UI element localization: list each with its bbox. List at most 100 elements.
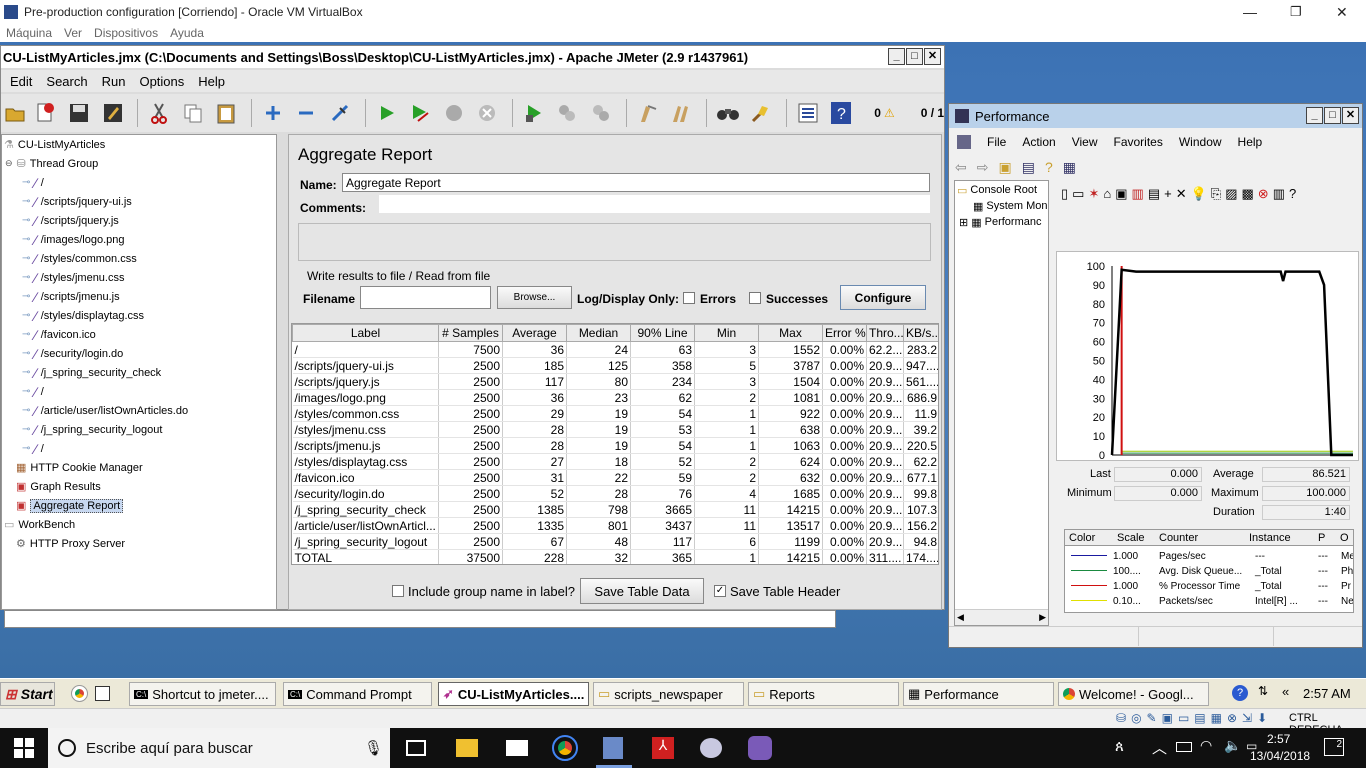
table-row[interactable]: /article/user/listOwnArticl... 2500 1335 80… — [292, 517, 938, 534]
start-icon[interactable] — [372, 98, 402, 128]
column-header[interactable]: Error % — [822, 324, 867, 342]
legend-column-header[interactable]: O — [1340, 532, 1349, 544]
search-box[interactable]: Escribe aquí para buscar 🎙 — [48, 728, 390, 768]
perf-minimize-button[interactable]: _ — [1306, 107, 1323, 124]
perf-help-icon[interactable]: ? — [1289, 186, 1296, 202]
chrome-quicklaunch-icon[interactable] — [71, 685, 88, 702]
pdf-reader-icon[interactable]: ⅄ — [652, 737, 674, 759]
errors-checkbox[interactable] — [683, 292, 695, 304]
menu-help[interactable]: Help — [198, 74, 225, 89]
column-header[interactable]: KB/s... — [903, 324, 938, 342]
new-counter-set-icon[interactable]: ▯ — [1061, 186, 1068, 202]
toggle-icon[interactable] — [325, 98, 355, 128]
tree-cookie-manager[interactable]: ▦ HTTP Cookie Manager — [16, 458, 143, 477]
remote-start-icon[interactable] — [519, 98, 549, 128]
view-histogram-icon[interactable]: ▥ — [1132, 186, 1144, 202]
tray-help-icon[interactable]: ? — [1232, 685, 1248, 701]
console-icon[interactable]: ▦ — [1063, 159, 1076, 176]
stop-icon[interactable] — [439, 98, 469, 128]
tree-thread-group[interactable]: ⊖ ⛁ Thread Group — [5, 154, 98, 173]
table-row[interactable]: /styles/displaytag.css 2500 27 18 52 2 624 0.00… — [292, 453, 938, 470]
performance-logs-item[interactable]: ⊞ ▦ Performanc — [959, 216, 1041, 229]
update-data-icon[interactable]: ▥ — [1273, 186, 1285, 202]
column-header[interactable]: Label — [292, 324, 439, 342]
legend-column-header[interactable]: Scale — [1117, 532, 1145, 544]
tree-sampler[interactable]: ⊸ ∕/article/user/listOwnArticles.do — [22, 401, 188, 420]
properties-icon[interactable]: ▩ — [1242, 186, 1254, 202]
tree-sampler[interactable]: ⊸ ∕ / — [22, 439, 44, 458]
save-icon[interactable] — [64, 98, 94, 128]
table-row[interactable]: /7500 36 24 63 3 1552 0.00% 62.2... 283.2 — [292, 341, 938, 358]
up-folder-icon[interactable]: ▣ — [998, 159, 1011, 176]
tree-sampler[interactable]: ⊸ ∕/scripts/jquery-ui.js — [22, 192, 132, 211]
tree-sampler[interactable]: ⊸ ∕/scripts/jmenu.js — [22, 287, 120, 306]
column-header[interactable]: 90% Line — [630, 324, 695, 342]
menu-search[interactable]: Search — [46, 74, 87, 89]
table-row[interactable]: /styles/common.css 2500 29 19 54 1 922 0.00% 20.… — [292, 405, 938, 422]
shared-folder-icon[interactable]: ▤ — [1194, 711, 1205, 725]
legend-row[interactable]: 1.000 % Processor Time _Total --- Pr — [1065, 579, 1353, 594]
task-performance[interactable]: ▦ Performance — [903, 682, 1054, 706]
github-icon[interactable] — [748, 736, 772, 760]
include-group-checkbox[interactable] — [392, 585, 404, 597]
successes-checkbox[interactable] — [749, 292, 761, 304]
task-shortcut-jmeter[interactable]: C:\ Shortcut to jmeter.... — [129, 682, 276, 706]
table-row[interactable]: /security/login.do 2500 52 28 76 4 1685 0.00% 20… — [292, 485, 938, 502]
warning-icon[interactable]: ⚠ — [884, 106, 895, 120]
legend-column-header[interactable]: Counter — [1159, 532, 1198, 544]
legend-column-header[interactable]: P — [1318, 532, 1325, 544]
start-no-pauses-icon[interactable] — [405, 98, 435, 128]
back-arrow-icon[interactable]: ⇦ — [955, 159, 967, 176]
tree-sampler[interactable]: ⊸ ∕/images/logo.png — [22, 230, 125, 249]
counter-legend[interactable]: Color Scale Counter Instance P O 1.000 Pages/se… — [1064, 529, 1354, 613]
name-field[interactable] — [342, 173, 930, 192]
log-data-icon[interactable]: ⌂ — [1103, 186, 1111, 202]
tree-sampler[interactable]: ⊸ ∕/j_spring_security_logout — [22, 420, 162, 439]
tree-sampler[interactable]: ⊸ ∕/favicon.ico — [22, 325, 96, 344]
tree-sampler[interactable]: ⊸ ∕/scripts/jquery.js — [22, 211, 119, 230]
table-row[interactable]: /images/logo.png 2500 36 23 62 2 1081 0.00% 20.9… — [292, 389, 938, 406]
mouse-icon[interactable]: ⇲ — [1242, 711, 1252, 725]
mail-icon[interactable] — [506, 740, 528, 756]
function-helper-icon[interactable] — [793, 98, 823, 128]
expand-all-icon[interactable] — [258, 98, 288, 128]
display-icon[interactable]: ▦ — [1211, 711, 1222, 725]
clear-icon[interactable] — [633, 98, 663, 128]
console-root-item[interactable]: ▭ Console Root — [957, 184, 1037, 197]
open-icon[interactable] — [3, 98, 27, 128]
column-header[interactable]: Thro... — [866, 324, 904, 342]
paste-icon[interactable] — [212, 98, 242, 128]
perf-menu-file[interactable]: File — [987, 135, 1006, 149]
comments-field[interactable] — [379, 195, 930, 213]
perf-maximize-button[interactable]: □ — [1324, 107, 1341, 124]
task-view-icon[interactable] — [406, 740, 426, 756]
menu-dispositivos[interactable]: Dispositivos — [94, 26, 158, 40]
tree-sampler[interactable]: ⊸ ∕ / — [22, 382, 44, 401]
table-row[interactable]: /favicon.ico 2500 31 22 59 2 632 0.00% 20.9... 67… — [292, 469, 938, 486]
close-button[interactable]: ✕ — [1336, 4, 1348, 21]
windows-start-icon[interactable] — [14, 738, 34, 758]
wifi-icon[interactable]: ◠ — [1200, 737, 1212, 754]
minimize-button[interactable]: — — [1243, 4, 1257, 20]
legend-row[interactable]: 1.000 Pages/sec --- --- Me — [1065, 549, 1353, 564]
table-row[interactable]: /j_spring_security_check 2500 1385 798 3665 1… — [292, 501, 938, 518]
tray-chevron-icon[interactable]: ︿ — [1152, 737, 1167, 758]
start-button[interactable]: ⊞ Start — [0, 682, 55, 706]
legend-column-header[interactable]: Color — [1069, 532, 1095, 544]
clear-all-icon[interactable] — [666, 98, 696, 128]
task-reports[interactable]: ▭ Reports — [748, 682, 899, 706]
highlight-icon[interactable]: 💡 — [1191, 186, 1207, 202]
usb-icon[interactable]: ▭ — [1178, 711, 1189, 725]
save-header-checkbox[interactable]: ✓ — [714, 585, 726, 597]
reset-search-icon[interactable] — [747, 98, 777, 128]
task-scripts-newspaper[interactable]: ▭ scripts_newspaper — [593, 682, 744, 706]
jmeter-close-button[interactable]: ✕ — [924, 48, 941, 65]
save-as-icon[interactable] — [98, 98, 128, 128]
notification-icon[interactable]: 2 — [1324, 738, 1344, 756]
aggregate-table[interactable]: Label # Samples Average Median 90% Line Min Ma… — [291, 323, 939, 565]
file-explorer-icon[interactable] — [456, 739, 478, 757]
battery-icon[interactable] — [1176, 742, 1192, 752]
tree-scrollbar[interactable]: ◀ ▶ — [955, 609, 1048, 625]
column-header[interactable]: # Samples — [438, 324, 503, 342]
perf-menu-help[interactable]: Help — [1238, 135, 1263, 149]
